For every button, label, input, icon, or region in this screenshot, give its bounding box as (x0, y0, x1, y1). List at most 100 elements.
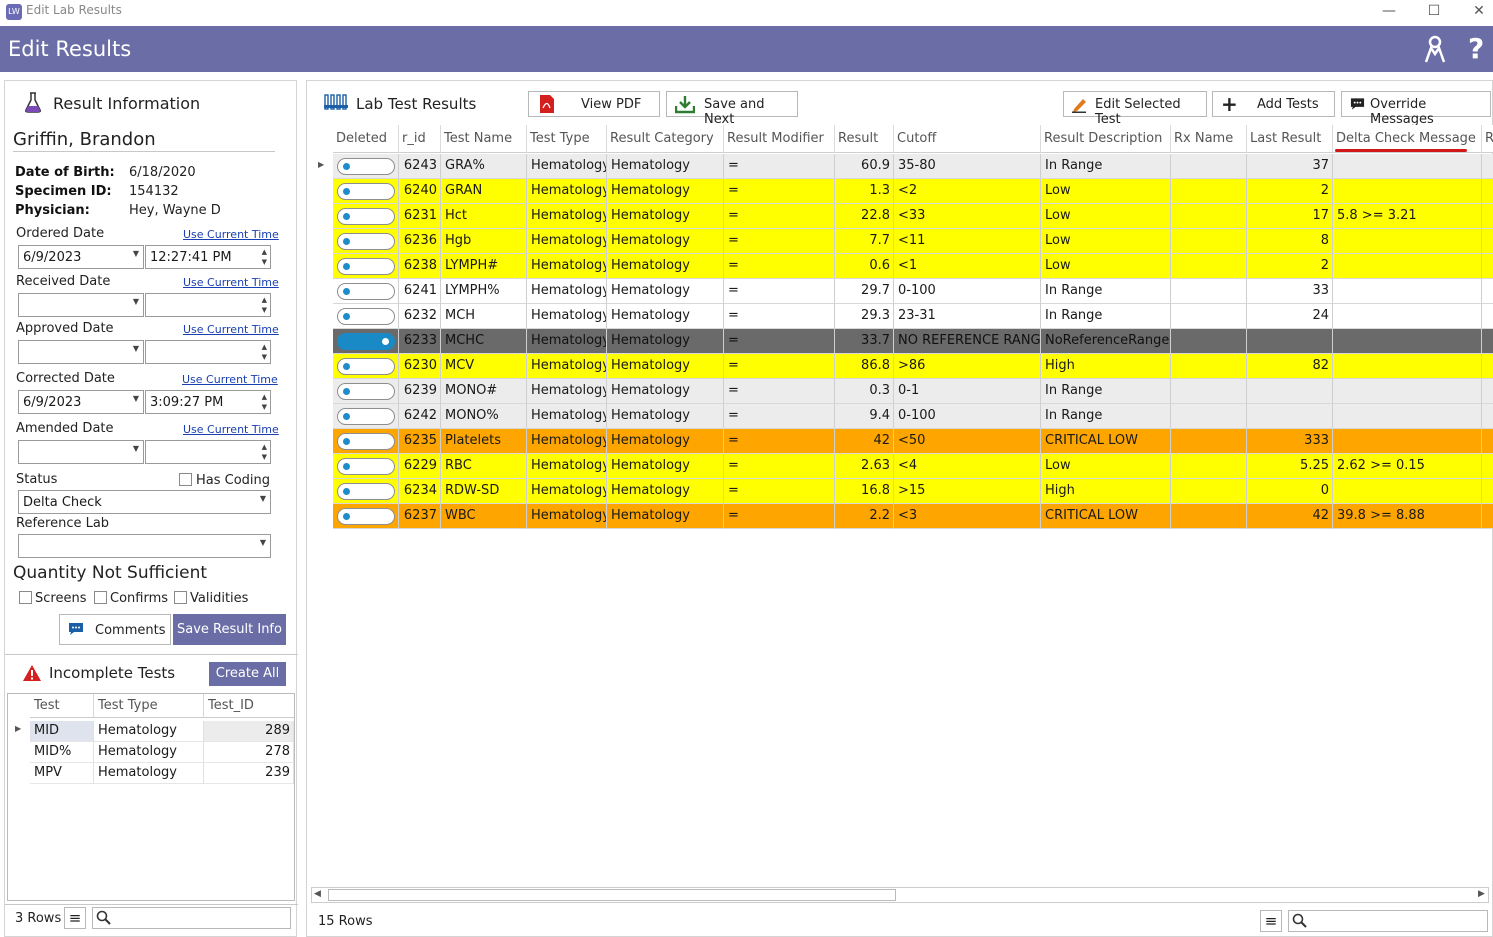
search-input[interactable] (1288, 910, 1488, 932)
result-cell[interactable]: 33.7 (835, 329, 894, 354)
table-cell[interactable]: 289 (204, 721, 294, 742)
table-cell[interactable]: Hematology (94, 721, 204, 742)
table-row[interactable]: 6234 RDW-SD Hematology Hematology = 16.8 >15 Hi… (307, 479, 1493, 504)
column-header[interactable]: Result Modifier (724, 125, 835, 153)
ordered-use-current-link[interactable]: Use Current Time (183, 228, 279, 241)
column-header[interactable]: Delta Check Message (1333, 125, 1482, 153)
add-tests-button[interactable]: + Add Tests (1212, 91, 1335, 117)
last-result-cell[interactable] (1247, 404, 1333, 429)
save-and-next-button[interactable]: Save and Next (666, 91, 798, 127)
approved-date-picker[interactable]: ▼ (18, 340, 144, 364)
result-cell[interactable]: 0.6 (835, 254, 894, 279)
last-result-cell[interactable]: 2 (1247, 254, 1333, 279)
maximize-button[interactable]: ☐ (1411, 0, 1457, 26)
rx-name-cell[interactable] (1171, 354, 1247, 379)
delta-check-message-cell[interactable] (1333, 404, 1482, 429)
result-category-cell[interactable]: Hematology (607, 279, 724, 304)
r-id-cell[interactable]: 6236 (399, 229, 441, 254)
result-description-cell[interactable]: In Range (1041, 154, 1171, 179)
test-name-cell[interactable]: Platelets (441, 429, 527, 454)
save-result-info-button[interactable]: Save Result Info (173, 614, 286, 645)
result-description-cell[interactable]: In Range (1041, 304, 1171, 329)
confirms-checkbox[interactable] (94, 591, 107, 604)
menu-icon[interactable]: ≡ (64, 907, 86, 929)
result-category-cell[interactable]: Hematology (607, 404, 724, 429)
result-description-cell[interactable]: CRITICAL LOW (1041, 504, 1171, 529)
delta-check-message-cell[interactable]: 39.8 >= 8.88 (1333, 504, 1482, 529)
amended-time-picker[interactable]: ▲ ▼ (145, 440, 271, 464)
deleted-toggle[interactable] (337, 208, 395, 225)
last-result-cell[interactable]: 2 (1247, 179, 1333, 204)
deleted-toggle[interactable] (337, 233, 395, 250)
last-result-cell[interactable]: 0 (1247, 479, 1333, 504)
last-result-cell[interactable]: 42 (1247, 504, 1333, 529)
column-header[interactable]: Test_ID (204, 694, 294, 718)
test-type-cell[interactable]: Hematology (527, 204, 607, 229)
table-row[interactable]: 6232 MCH Hematology Hematology = 29.3 23-31 In … (307, 304, 1493, 329)
table-cell[interactable]: Hematology (94, 742, 204, 763)
test-type-cell[interactable]: Hematology (527, 429, 607, 454)
test-type-cell[interactable]: Hematology (527, 404, 607, 429)
test-name-cell[interactable]: MONO# (441, 379, 527, 404)
result-modifier-cell[interactable]: = (724, 179, 835, 204)
deleted-toggle[interactable] (337, 508, 395, 525)
result-description-cell[interactable]: In Range (1041, 279, 1171, 304)
received-time-picker[interactable]: ▲ ▼ (145, 293, 271, 317)
result-description-cell[interactable]: In Range (1041, 404, 1171, 429)
result-cell[interactable]: 9.4 (835, 404, 894, 429)
ordered-time-picker[interactable]: 12:27:41 PM ▲ ▼ (145, 245, 271, 269)
rx-name-cell[interactable] (1171, 479, 1247, 504)
result-category-cell[interactable]: Hematology (607, 354, 724, 379)
ordered-date-picker[interactable]: 6/9/2023 ▼ (18, 245, 144, 269)
delta-check-message-cell[interactable] (1333, 354, 1482, 379)
last-result-cell[interactable]: 33 (1247, 279, 1333, 304)
cutoff-cell[interactable]: NO REFERENCE RANGE (894, 329, 1041, 354)
cutoff-cell[interactable]: <50 (894, 429, 1041, 454)
deleted-toggle[interactable] (337, 358, 395, 375)
test-name-cell[interactable]: MCH (441, 304, 527, 329)
column-header[interactable]: Rx Name (1171, 125, 1247, 153)
table-cell[interactable]: MID (30, 721, 94, 742)
r-id-cell[interactable]: 6242 (399, 404, 441, 429)
test-type-cell[interactable]: Hematology (527, 454, 607, 479)
status-select[interactable]: Delta Check ▼ (18, 490, 271, 514)
table-cell[interactable]: 239 (204, 763, 294, 784)
test-name-cell[interactable]: Hct (441, 204, 527, 229)
column-header[interactable]: Test Type (527, 125, 607, 153)
result-category-cell[interactable]: Hematology (607, 254, 724, 279)
result-category-cell[interactable]: Hematology (607, 204, 724, 229)
result-description-cell[interactable]: Low (1041, 454, 1171, 479)
table-row[interactable]: 6229 RBC Hematology Hematology = 2.63 <4 Low 5.2… (307, 454, 1493, 479)
delta-check-message-cell[interactable] (1333, 329, 1482, 354)
has-coding-checkbox[interactable] (179, 473, 192, 486)
table-row[interactable]: 6235 Platelets Hematology Hematology = 42 <50 C… (307, 429, 1493, 454)
rx-name-cell[interactable] (1171, 329, 1247, 354)
deleted-toggle[interactable] (337, 158, 395, 175)
last-result-cell[interactable] (1247, 329, 1333, 354)
test-name-cell[interactable]: RDW-SD (441, 479, 527, 504)
delta-check-message-cell[interactable] (1333, 379, 1482, 404)
result-modifier-cell[interactable]: = (724, 454, 835, 479)
screens-checkbox[interactable] (19, 591, 32, 604)
table-row[interactable]: 6241 LYMPH% Hematology Hematology = 29.7 0-100… (307, 279, 1493, 304)
r-id-cell[interactable]: 6243 (399, 154, 441, 179)
cutoff-cell[interactable]: 0-100 (894, 279, 1041, 304)
scrollbar-thumb[interactable] (328, 889, 896, 901)
column-header[interactable]: Result Category (607, 125, 724, 153)
result-description-cell[interactable]: Low (1041, 179, 1171, 204)
r-id-cell[interactable]: 6230 (399, 354, 441, 379)
test-type-cell[interactable]: Hematology (527, 329, 607, 354)
rx-name-cell[interactable] (1171, 204, 1247, 229)
menu-icon[interactable]: ≡ (1260, 910, 1282, 932)
deleted-toggle[interactable] (337, 283, 395, 300)
cutoff-cell[interactable]: <2 (894, 179, 1041, 204)
table-cell[interactable]: MID% (30, 742, 94, 763)
result-cell[interactable]: 16.8 (835, 479, 894, 504)
result-modifier-cell[interactable]: = (724, 329, 835, 354)
result-cell[interactable]: 1.3 (835, 179, 894, 204)
cutoff-cell[interactable]: 35-80 (894, 154, 1041, 179)
last-result-cell[interactable]: 5.25 (1247, 454, 1333, 479)
delta-check-message-cell[interactable]: 5.8 >= 3.21 (1333, 204, 1482, 229)
result-modifier-cell[interactable]: = (724, 429, 835, 454)
result-category-cell[interactable]: Hematology (607, 504, 724, 529)
